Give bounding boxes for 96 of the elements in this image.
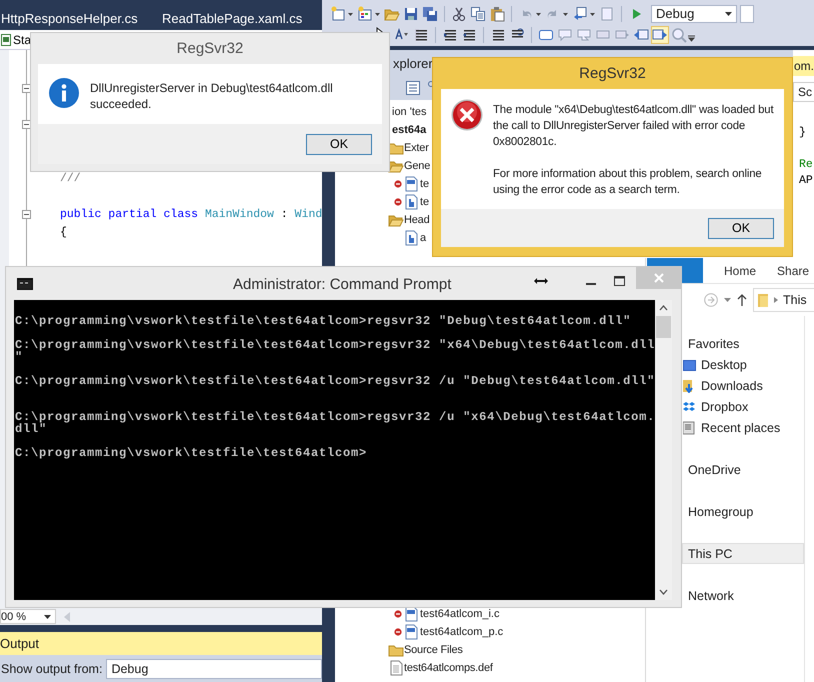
field-label: Show output from: bbox=[0, 662, 102, 676]
tree-item[interactable]: te bbox=[420, 196, 430, 208]
ok-button[interactable]: OK bbox=[708, 218, 774, 238]
output-source-dropdown[interactable]: Debug bbox=[106, 658, 322, 678]
code-line: public partial class MainWindow : Wind bbox=[60, 208, 322, 220]
console-line: C:\programming\vswork\testfile\test64atlcom> bbox=[14, 446, 368, 460]
ribbon-tab[interactable]: Share bbox=[756, 264, 810, 278]
tree-item[interactable]: test64atlcom_p.c bbox=[420, 626, 504, 638]
ok-button[interactable]: OK bbox=[306, 134, 372, 154]
tree-item[interactable]: test64atlcomps.def bbox=[404, 662, 493, 674]
message-text: DllUnregisterServer in Debug\test64atlcom.dll succeeded. bbox=[90, 80, 334, 112]
tree-item[interactable]: te bbox=[420, 178, 430, 190]
configuration-dropdown[interactable]: Debug bbox=[651, 4, 737, 23]
ribbon-tab[interactable]: Home bbox=[703, 264, 756, 278]
resize-cursor-icon bbox=[534, 277, 548, 285]
console-line: C:\programming\vswork\testfile\test64atlcom>regsvr32 /u "Debug\test64atlcom.dll" bbox=[14, 374, 655, 388]
scissors-icon[interactable] bbox=[451, 6, 467, 22]
panel-title: Output bbox=[0, 636, 40, 651]
scrollbar[interactable] bbox=[655, 300, 672, 600]
nav-item[interactable]: Favorites bbox=[682, 333, 804, 354]
tree-item[interactable]: Exter bbox=[404, 142, 429, 154]
dialog-title: RegSvr32 bbox=[176, 39, 244, 59]
monitor-icon bbox=[683, 358, 696, 372]
code-line: } bbox=[799, 126, 806, 139]
clipboard-icon[interactable] bbox=[489, 6, 505, 22]
new-project-icon[interactable] bbox=[330, 6, 346, 22]
nav-item[interactable]: Desktop bbox=[701, 358, 747, 372]
properties-icon[interactable] bbox=[405, 80, 421, 96]
next-bookmark-icon[interactable] bbox=[652, 27, 668, 44]
caret-icon bbox=[44, 614, 52, 618]
tree-item[interactable]: ion 'tes bbox=[392, 106, 427, 118]
tree-item[interactable]: est64a bbox=[392, 124, 426, 136]
nav-item[interactable]: Dropbox bbox=[701, 400, 748, 414]
document-tab[interactable]: ReadTablePage.xaml.cs bbox=[161, 10, 322, 26]
nav-item[interactable]: Downloads bbox=[701, 378, 763, 392]
tree-item[interactable]: test64atlcom_i.c bbox=[420, 608, 500, 620]
code-line: { bbox=[60, 226, 67, 238]
error-icon bbox=[451, 99, 483, 131]
nav-item[interactable]: Recent places bbox=[701, 420, 780, 434]
console-line: C:\programming\vswork\testfile\test64atlcom>regsvr32 "Debug\test64atlcom.dll" bbox=[14, 314, 632, 328]
header-file-icon bbox=[403, 194, 419, 210]
console-line: C:\programming\vswork\testfile\test64atlcom>regsvr32 "x64\Debug\test64atlcom.dll bbox=[14, 338, 655, 352]
diamond-cluster-icon bbox=[683, 400, 696, 414]
folder-icon bbox=[757, 292, 769, 308]
document-list-icon bbox=[683, 420, 696, 434]
nav-item[interactable]: This PC bbox=[682, 543, 804, 564]
address-text: This bbox=[783, 293, 807, 307]
save-icon[interactable] bbox=[403, 6, 419, 22]
chevron-icon[interactable] bbox=[774, 297, 778, 303]
save-all-icon[interactable] bbox=[422, 6, 438, 22]
outdent-icon[interactable] bbox=[442, 27, 458, 44]
caret-icon bbox=[725, 12, 732, 16]
console-line: " bbox=[14, 350, 24, 364]
console-line: C:\programming\vswork\testfile\test64atlcom>regsvr32 /u "x64\Debug\test64atlcom. bbox=[14, 410, 655, 424]
scroll-down-icon[interactable] bbox=[659, 589, 668, 595]
console-icon bbox=[17, 278, 33, 290]
cpp-file-icon bbox=[403, 176, 419, 192]
copy-icon[interactable] bbox=[470, 6, 486, 22]
indent-icon[interactable] bbox=[461, 27, 477, 44]
tree-item[interactable]: Head bbox=[404, 214, 430, 226]
tree-item[interactable]: Source Files bbox=[404, 644, 463, 656]
nav-item[interactable]: Network bbox=[682, 585, 804, 606]
header-file-icon bbox=[403, 230, 419, 246]
up-arrow-icon[interactable] bbox=[737, 294, 747, 306]
scroll-thumb[interactable] bbox=[656, 316, 671, 338]
code-line: Re bbox=[799, 158, 813, 171]
window-title: Administrator: Command Prompt bbox=[233, 276, 452, 293]
maximize-icon[interactable] bbox=[614, 276, 625, 286]
panel-title: xplorer bbox=[393, 56, 433, 70]
file-icon bbox=[388, 660, 404, 676]
zoom-dropdown[interactable]: 00 % bbox=[0, 609, 56, 624]
format-icon[interactable] bbox=[413, 27, 429, 44]
dialog-title: RegSvr32 bbox=[578, 64, 647, 84]
nav-item[interactable]: Homegroup bbox=[682, 501, 804, 522]
caret-icon[interactable] bbox=[724, 298, 731, 302]
console-line: dll" bbox=[14, 422, 48, 436]
message-text: For more information about this problem, search online using the error code as a search term. bbox=[493, 167, 763, 198]
information-icon bbox=[49, 78, 79, 108]
address-bar[interactable]: This bbox=[753, 288, 814, 312]
cpp-file-icon bbox=[403, 624, 419, 640]
cpp-file-icon bbox=[403, 606, 419, 622]
tree-item[interactable]: a bbox=[420, 232, 426, 244]
navigate-icon[interactable] bbox=[572, 6, 588, 22]
code-line: AP bbox=[799, 174, 813, 187]
type-dropdown[interactable]: Sta bbox=[13, 32, 32, 46]
tree-item[interactable]: Gene bbox=[404, 160, 430, 172]
close-icon bbox=[654, 273, 664, 283]
collapse-icon[interactable] bbox=[22, 210, 31, 218]
nav-item[interactable]: OneDrive bbox=[682, 459, 804, 480]
message-text: The module "x64\Debug\test64atlcom.dll" was loaded but the call to DllUnregisterServer failed with error code 0x8002801c. bbox=[493, 103, 774, 150]
comment-lines-icon[interactable] bbox=[490, 27, 506, 44]
document-tab[interactable]: HttpResponseHelper.cs bbox=[0, 10, 161, 26]
code-line: /// bbox=[60, 172, 81, 184]
scroll-up-icon[interactable] bbox=[659, 305, 668, 311]
add-item-icon[interactable] bbox=[357, 6, 373, 22]
document-tab[interactable]: om. bbox=[793, 56, 814, 76]
